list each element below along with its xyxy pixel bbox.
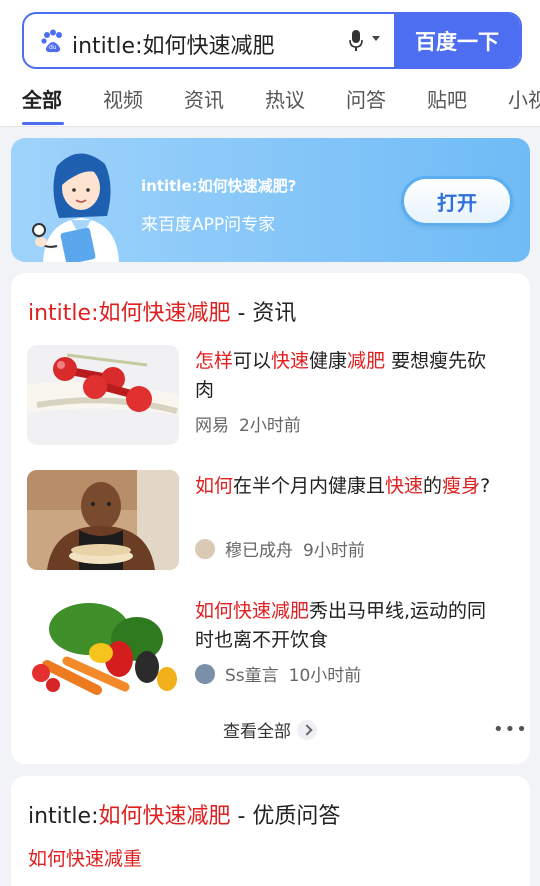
news-source: 穆已成舟 [225, 541, 293, 561]
news-time: 10小时前 [288, 666, 362, 686]
tab-tieba[interactable]: 贴吧 [427, 84, 467, 113]
news-title-text: 的 [423, 475, 443, 497]
news-card-title[interactable]: intitle:如何快速减肥 - 资讯 [28, 295, 296, 327]
view-all-link[interactable]: 查看全部 [223, 717, 317, 742]
qa-card-title[interactable]: intitle:如何快速减肥 - 优质问答 [28, 798, 340, 830]
tab-short-video[interactable]: 小视 [508, 84, 540, 113]
qa-card-title-query: 如何快速减肥 [98, 804, 231, 829]
news-title-text: 在半个月内健康且 [233, 475, 386, 497]
news-meta: Ss童言 10小时前 [195, 661, 371, 686]
news-title-highlight: 减肥 [347, 350, 386, 372]
news-source: 网易 [195, 416, 229, 436]
man-eating-image [27, 470, 179, 570]
news-title-text: 健康 [309, 350, 348, 372]
qa-card-title-suffix: - 优质问答 [230, 804, 341, 829]
news-item[interactable]: 如何快速减肥秀出马甲线,运动的同时也离不开饮食 Ss童言 10小时前 [27, 595, 517, 697]
search-input[interactable]: intitle:如何快速减肥 [72, 28, 274, 60]
dumbbells-image [27, 345, 179, 445]
header: du intitle:如何快速减肥 百度一下 全部 视频 资讯 热议 问答 贴吧… [0, 0, 540, 127]
news-card-title-query: intitle:如何快速减肥 [28, 301, 231, 326]
app-promo-banner[interactable]: intitle:如何快速减肥? 来百度APP问专家 打开 [11, 138, 530, 262]
news-title-highlight: 如何 [195, 475, 234, 497]
news-meta: 网易 2小时前 [195, 411, 311, 436]
mic-dropdown-icon[interactable] [372, 36, 380, 41]
news-title-text: ? [480, 475, 491, 497]
svg-text:du: du [49, 44, 57, 51]
news-item[interactable]: 如何在半个月内健康且快速的瘦身? 穆已成舟 9小时前 [27, 470, 517, 572]
news-source: Ss童言 [225, 666, 279, 686]
news-title[interactable]: 怎样可以快速健康减肥 要想瘦先砍肉 [195, 347, 500, 405]
tab-video[interactable]: 视频 [103, 84, 143, 113]
more-options-icon[interactable]: ••• [493, 719, 528, 740]
open-app-button[interactable]: 打开 [401, 176, 513, 226]
tab-hot-discussion[interactable]: 热议 [265, 84, 305, 113]
news-title-highlight: 怎样 [195, 350, 234, 372]
news-time: 2小时前 [239, 416, 301, 436]
baidu-paw-icon: du [41, 29, 62, 53]
news-title-highlight: 快速 [271, 350, 310, 372]
active-tab-indicator [22, 122, 64, 125]
banner-subtitle: 来百度APP问专家 [141, 215, 276, 235]
author-avatar [195, 539, 215, 559]
qa-card-title-prefix: intitle: [28, 804, 99, 829]
banner-question: intitle:如何快速减肥? [141, 177, 297, 195]
author-avatar [195, 664, 215, 684]
news-title-highlight: 瘦身 [442, 475, 481, 497]
news-card: intitle:如何快速减肥 - 资讯 怎样可以快速健康减肥 要想瘦先砍肉 网易… [11, 273, 530, 764]
news-title-highlight: 如何快速减肥 [195, 600, 310, 622]
news-time: 9小时前 [303, 541, 365, 561]
search-button[interactable]: 百度一下 [394, 14, 520, 67]
chevron-right-icon [297, 720, 317, 740]
news-card-title-suffix: - 资讯 [230, 301, 297, 326]
news-meta: 穆已成舟 9小时前 [195, 536, 375, 561]
news-title-highlight: 快速 [385, 475, 424, 497]
tab-qa[interactable]: 问答 [346, 84, 386, 113]
vegetables-image [27, 595, 179, 695]
news-title-text: 可以 [233, 350, 272, 372]
news-title[interactable]: 如何快速减肥秀出马甲线,运动的同时也离不开饮食 [195, 597, 500, 655]
news-item[interactable]: 怎样可以快速健康减肥 要想瘦先砍肉 网易 2小时前 [27, 345, 517, 447]
tab-all[interactable]: 全部 [22, 84, 62, 113]
search-box[interactable]: du intitle:如何快速减肥 百度一下 [22, 12, 522, 69]
microphone-icon[interactable] [349, 30, 363, 52]
view-all-label: 查看全部 [223, 722, 291, 742]
doctor-illustration [32, 153, 119, 262]
news-title[interactable]: 如何在半个月内健康且快速的瘦身? [195, 472, 500, 501]
qa-card: intitle:如何快速减肥 - 优质问答 如何快速减重 [11, 776, 530, 886]
qa-question-link[interactable]: 如何快速减重 [28, 844, 142, 871]
tab-bar: 全部 视频 资讯 热议 问答 贴吧 小视 [0, 84, 540, 126]
tab-news[interactable]: 资讯 [184, 84, 224, 113]
